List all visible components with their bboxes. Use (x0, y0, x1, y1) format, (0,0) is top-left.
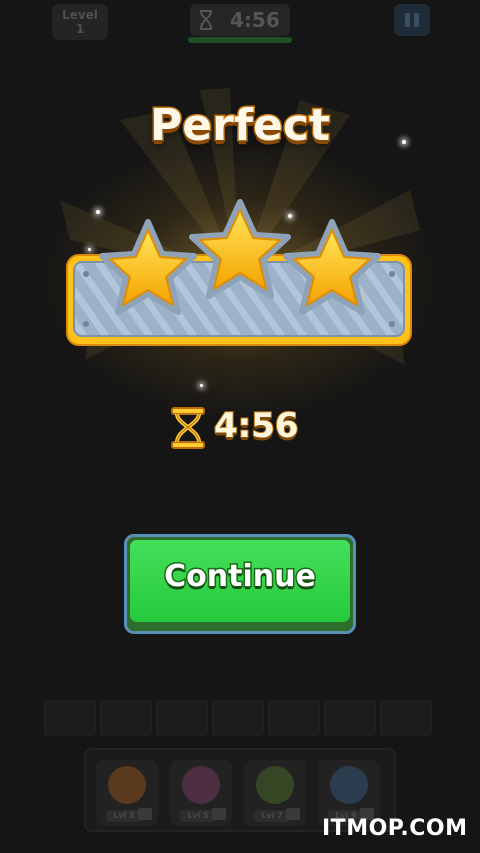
booster-stack[interactable]: Lvl 5 (170, 760, 232, 826)
stack-icon (182, 766, 220, 804)
lock-icon (138, 808, 152, 820)
vacuum-icon (108, 766, 146, 804)
continue-button[interactable]: Continue (124, 534, 356, 634)
completion-time-value: 4:56 (213, 405, 300, 447)
lock-icon (212, 808, 226, 820)
hourglass-icon (171, 407, 205, 449)
continue-label: Continue (163, 558, 318, 596)
booster-level: Lvl 5 (180, 810, 216, 822)
tile-slot (212, 700, 264, 736)
booster-level: Lvl 5 (106, 810, 142, 822)
stars-rating (99, 199, 381, 315)
tile-slot (44, 700, 96, 736)
lock-icon (286, 808, 300, 820)
star-icon (189, 199, 291, 299)
tile-slot (156, 700, 208, 736)
tile-slot-bar (44, 700, 436, 736)
tile-slot (380, 700, 432, 736)
booster-level: Lvl 7 (254, 810, 290, 822)
tile-slot (268, 700, 320, 736)
watermark: ITMOP.COM (322, 816, 468, 841)
sparkle (200, 384, 203, 387)
tile-slot (324, 700, 376, 736)
star-icon (283, 219, 381, 315)
blower-icon (330, 766, 368, 804)
booster-vacuum[interactable]: Lvl 5 (96, 760, 158, 826)
fan-icon (256, 766, 294, 804)
star-icon (99, 219, 197, 315)
booster-fan[interactable]: Lvl 7 (244, 760, 306, 826)
tile-slot (100, 700, 152, 736)
completion-time: 4:56 (170, 404, 310, 452)
